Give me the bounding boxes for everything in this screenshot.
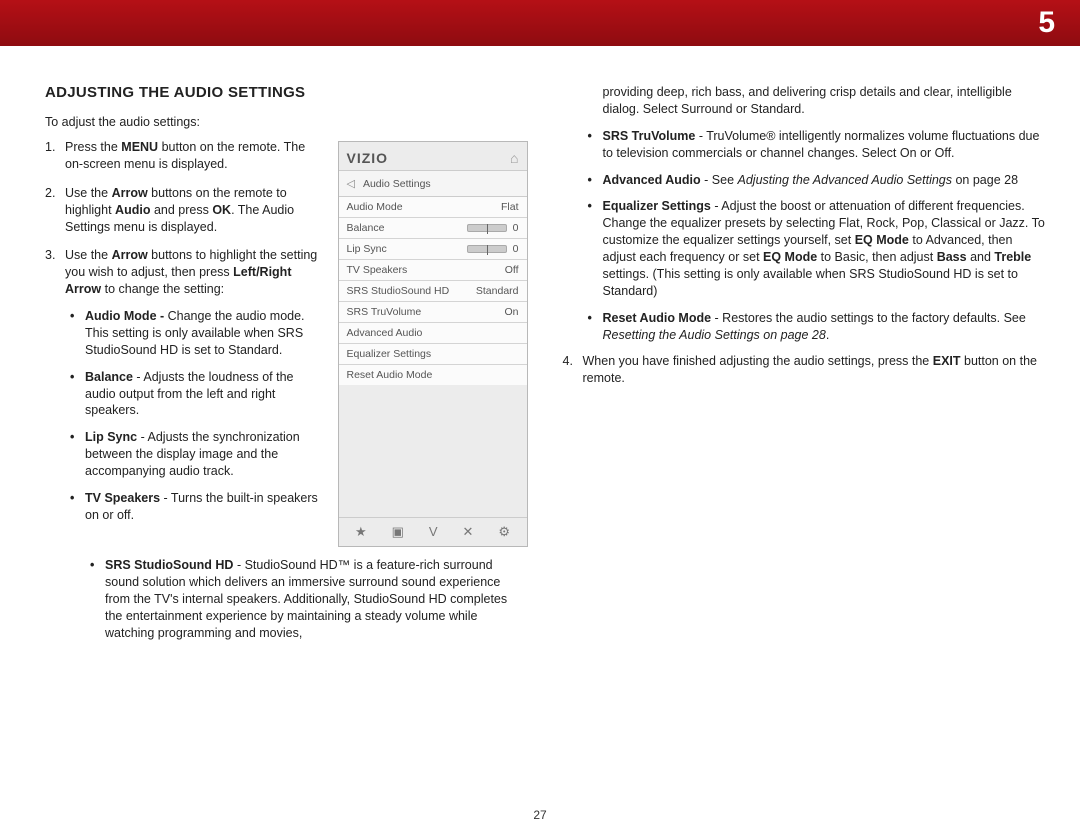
- osd-header: Audio Settings: [363, 178, 431, 190]
- osd-logo: VIZIO: [347, 150, 389, 166]
- page-body: ADJUSTING THE AUDIO SETTINGS To adjust t…: [0, 46, 1080, 651]
- osd-rows: Audio ModeFlatBalance0Lip Sync0TV Speake…: [339, 197, 527, 385]
- intro-text: To adjust the audio settings:: [45, 115, 528, 129]
- page-number: 27: [533, 808, 546, 822]
- bullet-advanced-audio: Advanced Audio - See Adjusting the Advan…: [583, 172, 1046, 189]
- right-column: providing deep, rich bass, and deliverin…: [563, 84, 1046, 651]
- step-3: Use the Arrow buttons to highlight the s…: [45, 247, 323, 523]
- osd-footer-icon: V: [429, 524, 438, 540]
- osd-row: Audio ModeFlat: [339, 197, 527, 218]
- bullet-reset: Reset Audio Mode - Restores the audio se…: [583, 310, 1046, 344]
- chapter-number: 5: [1038, 6, 1055, 40]
- osd-row: Balance0: [339, 218, 527, 239]
- chapter-header: 5: [0, 0, 1080, 46]
- osd-footer-icon: ★: [355, 524, 367, 540]
- home-icon: ⌂: [510, 150, 518, 166]
- back-icon: ◁: [347, 177, 355, 190]
- studiosound-continued: providing deep, rich bass, and deliverin…: [563, 84, 1046, 118]
- bullet-balance: Balance - Adjusts the loudness of the au…: [65, 369, 323, 420]
- osd-footer-icon: ⚙: [498, 524, 510, 540]
- bullet-studiosound: SRS StudioSound HD - StudioSound HD™ is …: [85, 557, 528, 641]
- step-2: Use the Arrow buttons on the remote to h…: [45, 185, 323, 236]
- bullet-audio-mode: Audio Mode - Change the audio mode. This…: [65, 308, 323, 359]
- osd-footer: ★ ▣ V ✕ ⚙: [339, 517, 527, 546]
- left-column: ADJUSTING THE AUDIO SETTINGS To adjust t…: [45, 84, 528, 651]
- bullet-lip-sync: Lip Sync - Adjusts the syn­chron­ization…: [65, 429, 323, 480]
- osd-row: SRS StudioSound HDStandard: [339, 281, 527, 302]
- osd-footer-icon: ✕: [462, 524, 473, 540]
- bullet-truvolume: SRS TruVolume - TruVolume® intelligently…: [583, 128, 1046, 162]
- step-4: When you have finished adjusting the aud…: [563, 353, 1046, 387]
- osd-row: Advanced Audio: [339, 323, 527, 344]
- osd-row: Reset Audio Mode: [339, 365, 527, 385]
- osd-row: SRS TruVolumeOn: [339, 302, 527, 323]
- osd-row: Lip Sync0: [339, 239, 527, 260]
- step-1: Press the MENU button on the remote. The…: [45, 139, 323, 173]
- bullet-tv-speakers: TV Speakers - Turns the built-in speaker…: [65, 490, 323, 524]
- osd-footer-icon: ▣: [392, 524, 404, 540]
- section-title: ADJUSTING THE AUDIO SETTINGS: [45, 84, 528, 101]
- osd-row: Equalizer Settings: [339, 344, 527, 365]
- bullet-equalizer: Equalizer Settings - Adjust the boost or…: [583, 198, 1046, 299]
- osd-screenshot: VIZIO ⌂ ◁ Audio Settings Audio ModeFlatB…: [338, 141, 528, 547]
- osd-row: TV SpeakersOff: [339, 260, 527, 281]
